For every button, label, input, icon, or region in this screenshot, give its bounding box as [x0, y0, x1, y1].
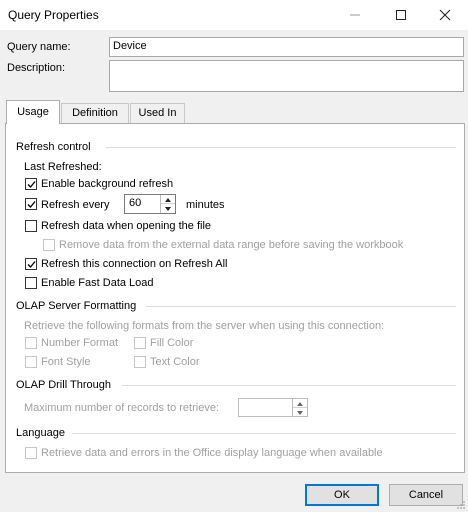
window-title: Query Properties: [8, 8, 99, 22]
checkmark-icon: [27, 201, 36, 208]
usage-panel: Refresh control Last Refreshed: Enable b…: [5, 123, 465, 473]
query-name-input[interactable]: Device: [109, 37, 464, 57]
olap-drill-divider: [122, 385, 456, 386]
refresh-interval-spinner[interactable]: 60: [124, 194, 176, 214]
spinner-arrows: [160, 195, 175, 213]
minimize-icon: [350, 14, 360, 16]
cancel-button[interactable]: Cancel: [389, 484, 463, 506]
font-style-label: Font Style: [41, 356, 91, 368]
fill-color-checkbox[interactable]: [134, 337, 146, 349]
last-refreshed-label: Last Refreshed:: [24, 161, 102, 173]
maximize-button[interactable]: [378, 0, 424, 30]
cancel-button-label: Cancel: [408, 489, 444, 501]
tab-used-in-label: Used In: [138, 107, 177, 119]
arrow-up-icon: [297, 402, 303, 406]
retrieve-language-label: Retrieve data and errors in the Office d…: [41, 447, 383, 459]
enable-background-refresh-checkbox[interactable]: [25, 178, 37, 190]
close-button[interactable]: [422, 0, 468, 30]
olap-formatting-divider: [146, 306, 456, 307]
number-format-label: Number Format: [41, 337, 119, 349]
checkmark-icon: [27, 261, 36, 268]
refresh-every-label: Refresh every: [41, 199, 110, 211]
refresh-control-divider: [106, 147, 456, 148]
maximize-icon: [396, 10, 406, 20]
arrow-down-icon: [297, 410, 303, 415]
spinner-up-button[interactable]: [161, 195, 175, 204]
tab-definition[interactable]: Definition: [61, 103, 129, 123]
remove-data-checkbox[interactable]: [43, 239, 55, 251]
number-format-checkbox[interactable]: [25, 337, 37, 349]
text-color-checkbox[interactable]: [134, 356, 146, 368]
tab-usage-label: Usage: [17, 106, 49, 118]
spinner-down-button[interactable]: [293, 408, 307, 417]
ok-button-label: OK: [334, 489, 350, 501]
language-heading: Language: [16, 427, 65, 439]
language-divider: [72, 433, 456, 434]
olap-formatting-heading: OLAP Server Formatting: [16, 300, 137, 312]
minimize-button[interactable]: [332, 0, 378, 30]
refresh-all-checkbox[interactable]: [25, 258, 37, 270]
description-input[interactable]: [109, 60, 464, 92]
refresh-all-label: Refresh this connection on Refresh All: [41, 258, 228, 270]
query-name-label: Query name:: [7, 41, 71, 53]
font-style-checkbox[interactable]: [25, 356, 37, 368]
description-label: Description:: [7, 62, 66, 74]
olap-formatting-description: Retrieve the following formats from the …: [24, 320, 385, 332]
arrow-up-icon: [165, 198, 171, 202]
olap-drill-heading: OLAP Drill Through: [16, 379, 111, 391]
resize-grip-icon[interactable]: [456, 500, 466, 510]
spinner-up-button[interactable]: [293, 399, 307, 408]
refresh-interval-value: 60: [129, 197, 142, 209]
tab-definition-label: Definition: [72, 107, 118, 119]
tab-used-in[interactable]: Used In: [130, 103, 185, 123]
tab-usage[interactable]: Usage: [6, 100, 60, 124]
title-bar: Query Properties: [0, 0, 468, 30]
spinner-arrows: [292, 399, 307, 416]
fill-color-label: Fill Color: [150, 337, 194, 349]
refresh-every-checkbox[interactable]: [25, 198, 37, 210]
refresh-on-open-label: Refresh data when opening the file: [41, 220, 212, 232]
text-color-label: Text Color: [150, 356, 200, 368]
retrieve-language-checkbox[interactable]: [25, 447, 37, 459]
minutes-label: minutes: [186, 199, 225, 211]
fast-data-load-checkbox[interactable]: [25, 277, 37, 289]
enable-background-refresh-label: Enable background refresh: [41, 178, 174, 190]
ok-button[interactable]: OK: [305, 484, 379, 506]
query-name-value: Device: [113, 40, 147, 52]
spinner-down-button[interactable]: [161, 204, 175, 213]
max-records-spinner[interactable]: [238, 398, 308, 417]
refresh-on-open-checkbox[interactable]: [25, 220, 37, 232]
close-icon: [439, 9, 451, 21]
remove-data-label: Remove data from the external data range…: [59, 239, 404, 251]
max-records-label: Maximum number of records to retrieve:: [24, 402, 220, 414]
arrow-down-icon: [165, 207, 171, 211]
refresh-control-heading: Refresh control: [16, 141, 91, 153]
fast-data-load-label: Enable Fast Data Load: [41, 277, 154, 289]
checkmark-icon: [27, 181, 36, 188]
